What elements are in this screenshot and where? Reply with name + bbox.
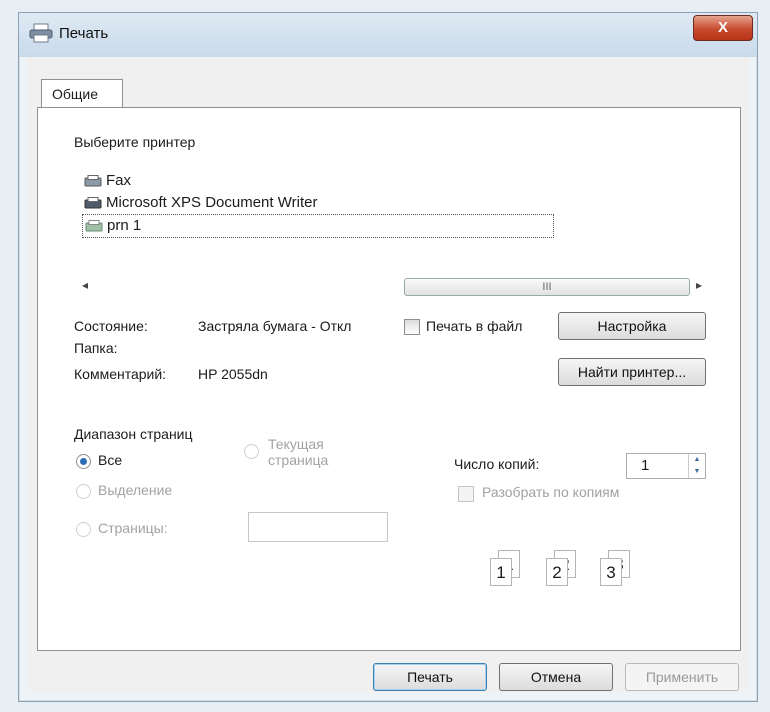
range-all-label: Все — [98, 452, 123, 468]
status-value: Застряла бумага - Откл — [198, 318, 352, 334]
pages-input[interactable] — [248, 512, 388, 542]
tab-panel-general: Выберите принтер Fax Microsoft XPS Docum… — [37, 107, 741, 651]
range-pages-radio[interactable] — [76, 522, 91, 537]
apply-button[interactable]: Применить — [625, 663, 739, 691]
scroll-left-icon[interactable]: ◂ — [82, 278, 88, 292]
range-all-radio[interactable] — [76, 454, 91, 469]
printer-icon — [85, 220, 103, 232]
status-label: Состояние: — [74, 318, 148, 334]
preview-page: 3 — [600, 558, 622, 586]
folder-label: Папка: — [74, 340, 118, 356]
close-button[interactable]: X — [693, 15, 753, 41]
fax-icon — [84, 175, 102, 187]
printer-item-prn1[interactable]: prn 1 — [82, 214, 554, 238]
collate-preview: 1 1 2 2 3 3 — [478, 538, 678, 598]
print-button[interactable]: Печать — [373, 663, 487, 691]
copies-spinner[interactable]: 1 ▲ ▼ — [626, 453, 706, 479]
comment-label: Комментарий: — [74, 366, 167, 382]
copies-value: 1 — [641, 457, 650, 474]
spin-down-icon[interactable]: ▼ — [689, 466, 705, 478]
spinner-buttons[interactable]: ▲ ▼ — [688, 454, 705, 478]
scroll-right-icon[interactable]: ▸ — [696, 278, 702, 292]
range-selection-label: Выделение — [98, 482, 173, 498]
window-title: Печать — [59, 25, 109, 42]
dialog-client: Общие Выберите принтер Fax Microsoft XPS… — [27, 57, 749, 693]
settings-button[interactable]: Настройка — [558, 312, 706, 340]
printer-list-scrollbar[interactable]: ◂ III ▸ — [82, 278, 702, 296]
collate-checkbox[interactable] — [458, 486, 474, 502]
printer-name: Microsoft XPS Document Writer — [106, 194, 318, 211]
scroll-thumb[interactable]: III — [404, 278, 690, 296]
printer-name: Fax — [106, 172, 132, 189]
page-range-label: Диапазон страниц — [74, 426, 193, 442]
print-to-file-label: Печать в файл — [426, 318, 523, 334]
select-printer-label: Выберите принтер — [74, 134, 196, 150]
preview-page: 2 — [546, 558, 568, 586]
range-selection-radio[interactable] — [76, 484, 91, 499]
range-pages-label: Страницы: — [98, 520, 168, 536]
range-current-radio[interactable] — [244, 444, 259, 459]
printer-name: prn 1 — [107, 217, 142, 234]
preview-page: 1 — [490, 558, 512, 586]
printer-item-fax[interactable]: Fax — [82, 170, 572, 192]
title-bar: Печать X — [19, 13, 757, 57]
print-dialog: Печать X Общие Выберите принтер Fax Micr… — [18, 12, 758, 702]
printer-icon — [29, 23, 53, 43]
printer-icon — [84, 197, 102, 209]
comment-value: HP 2055dn — [198, 366, 268, 382]
range-current-label: Текущая страница — [268, 436, 328, 468]
cancel-button[interactable]: Отмена — [499, 663, 613, 691]
printer-item-xps[interactable]: Microsoft XPS Document Writer — [82, 192, 572, 214]
range-current-line2: страница — [268, 452, 329, 468]
copies-label: Число копий: — [454, 456, 540, 472]
range-current-line1: Текущая — [268, 436, 324, 452]
collate-label: Разобрать по копиям — [482, 484, 620, 500]
find-printer-button[interactable]: Найти принтер... — [558, 358, 706, 386]
printer-list[interactable]: Fax Microsoft XPS Document Writer prn 1 — [82, 170, 572, 238]
spin-up-icon[interactable]: ▲ — [689, 454, 705, 466]
tab-general[interactable]: Общие — [41, 79, 123, 107]
print-to-file-checkbox[interactable] — [404, 319, 420, 335]
